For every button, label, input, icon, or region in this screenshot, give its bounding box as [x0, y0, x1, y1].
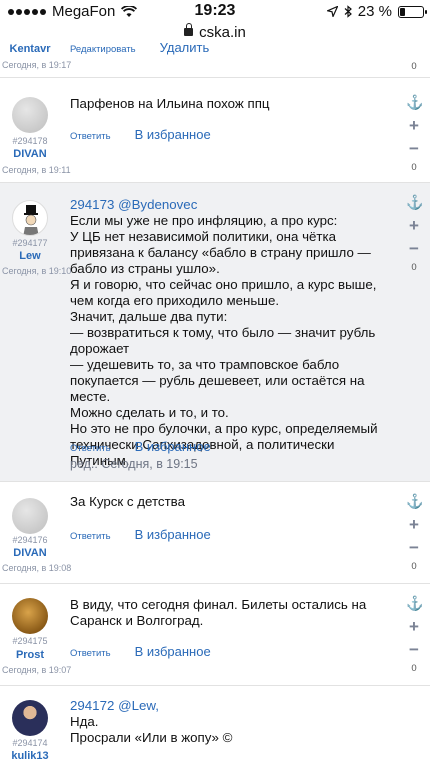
reply-link[interactable]: Ответить	[70, 531, 111, 542]
vote-block: ⚓ + − 0	[406, 95, 423, 173]
vote-block: 0	[406, 56, 422, 72]
comment-item: #294178 DIVAN Сегодня, в 19:11 Парфенов …	[0, 79, 430, 183]
comment-number[interactable]: #294174	[0, 738, 60, 748]
reply-reference[interactable]: 294172 @Lew,	[70, 698, 390, 714]
comment-item: #294175 Prost Сегодня, в 19:07 В виду, ч…	[0, 584, 430, 686]
comment-number[interactable]: #294175	[0, 636, 60, 646]
plus-icon[interactable]: +	[406, 618, 422, 635]
location-icon	[326, 6, 338, 17]
comment-item: #294177 Lew Сегодня, в 19:10 294173 @Byd…	[0, 183, 430, 482]
vote-score: 0	[411, 561, 417, 572]
favorite-link[interactable]: В избранное	[135, 527, 211, 542]
plus-icon[interactable]: +	[406, 516, 422, 533]
delete-link[interactable]: Удалить	[160, 40, 210, 55]
avatar[interactable]	[12, 498, 48, 534]
comment-username[interactable]: Kentavr	[0, 43, 60, 55]
comment-number[interactable]: #294177	[0, 238, 60, 248]
comment-time: Сегодня, в 19:07	[2, 665, 72, 675]
comment-actions: Ответить В избранное	[70, 127, 211, 142]
minus-icon[interactable]: −	[406, 240, 422, 257]
comment-time: Сегодня, в 19:11	[2, 165, 71, 175]
reply-link[interactable]: Ответить	[70, 648, 111, 659]
battery-percent: 23 %	[357, 3, 392, 20]
status-right: 23 %	[326, 3, 427, 20]
anchor-icon[interactable]: ⚓	[406, 494, 423, 508]
comment-number[interactable]: #294178	[0, 136, 60, 146]
vote-block: ⚓ + − 0	[406, 596, 423, 674]
avatar[interactable]	[12, 598, 48, 634]
comment-text: В виду, что сегодня финал. Билеты остали…	[70, 597, 367, 628]
comment-text: За Курск с детства	[70, 494, 185, 509]
comment-actions: Ответить В избранное	[70, 644, 211, 659]
minus-icon[interactable]: −	[406, 140, 422, 157]
avatar-figure-icon	[23, 205, 39, 235]
anchor-icon[interactable]: ⚓	[406, 596, 423, 610]
avatar[interactable]	[12, 700, 48, 736]
comment-item: #294176 DIVAN Сегодня, в 19:08 За Курск …	[0, 482, 430, 584]
minus-icon[interactable]: −	[406, 641, 422, 658]
comment-actions: Ответить В избранное	[70, 527, 211, 542]
comment-username[interactable]: Lew	[0, 250, 60, 262]
vote-score: 0	[411, 663, 417, 674]
battery-icon	[398, 5, 427, 18]
reply-reference[interactable]: 294173 @Bydenovec	[70, 197, 390, 213]
comment-item: #294174 kulik13 294172 @Lew, Нда. Просра…	[0, 686, 430, 764]
comment-time: Сегодня, в 19:17	[2, 60, 72, 70]
vote-score: 0	[411, 162, 417, 173]
vote-block: ⚓ + − 0	[406, 195, 423, 273]
avatar[interactable]	[12, 97, 48, 133]
battery-fill	[400, 7, 405, 16]
plus-icon[interactable]: +	[406, 217, 422, 234]
minus-icon[interactable]: −	[406, 539, 422, 556]
anchor-icon[interactable]: ⚓	[406, 195, 423, 209]
comment-text: Если мы уже не про инфляцию, а про курс:…	[70, 213, 378, 468]
favorite-link[interactable]: В избранное	[135, 127, 211, 142]
status-bar: MegaFon 19:23 23 %	[0, 0, 430, 24]
comment-actions: Ответить В избранное	[70, 439, 211, 454]
comment-number[interactable]: #294176	[0, 535, 60, 545]
reply-link[interactable]: Ответить	[70, 131, 111, 142]
comment-username[interactable]: DIVAN	[0, 148, 60, 160]
bluetooth-icon	[344, 5, 352, 18]
comment-time: Сегодня, в 19:08	[2, 563, 72, 573]
comment-time: Сегодня, в 19:10	[2, 266, 72, 276]
vote-block: ⚓ + − 0	[406, 494, 423, 572]
comment-text: Нда. Просрали «Или в жопу» ©	[70, 714, 233, 745]
comment-text: Парфенов на Ильина похож ппц	[70, 96, 270, 111]
edit-link[interactable]: Редактировать	[70, 44, 136, 55]
address-bar[interactable]: cska.in	[0, 23, 430, 42]
url-text: cska.in	[199, 24, 246, 41]
comment-username[interactable]: Prost	[0, 649, 60, 661]
plus-icon[interactable]: +	[406, 117, 422, 134]
lock-icon	[184, 23, 194, 36]
favorite-link[interactable]: В избранное	[135, 644, 211, 659]
anchor-icon[interactable]: ⚓	[406, 95, 423, 109]
vote-score: 0	[411, 262, 417, 273]
favorite-link[interactable]: В избранное	[135, 439, 211, 454]
comment-username[interactable]: DIVAN	[0, 547, 60, 559]
vote-score: 0	[411, 61, 417, 72]
avatar[interactable]	[12, 200, 48, 236]
comment-actions: Редактировать Удалить	[70, 40, 209, 55]
reply-link[interactable]: Ответить	[70, 443, 111, 454]
comment-username[interactable]: kulik13	[0, 750, 60, 762]
edited-note: ред.: Сегодня, в 19:15	[70, 457, 198, 471]
